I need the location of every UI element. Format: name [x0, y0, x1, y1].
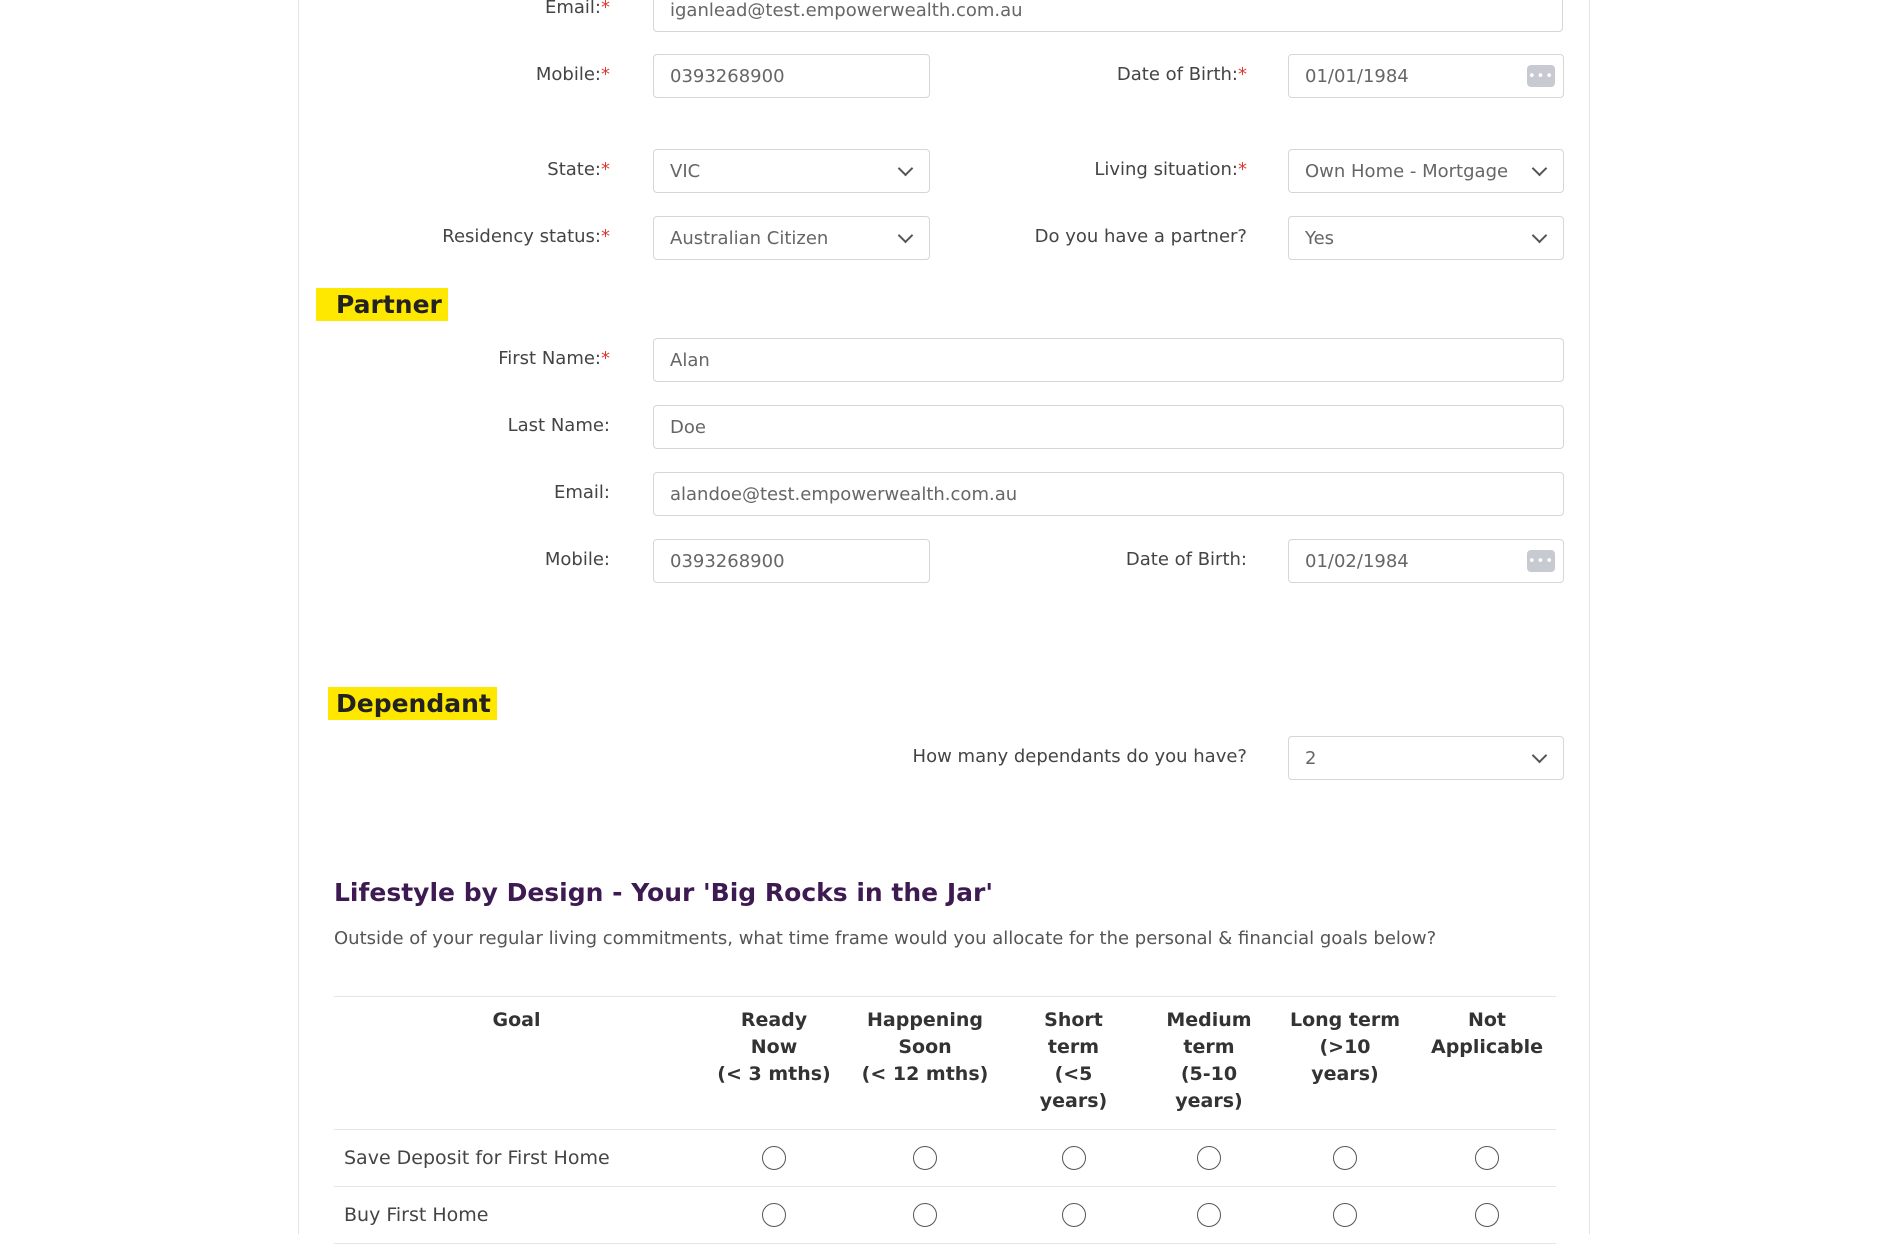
short-term-radio[interactable] — [1061, 1203, 1086, 1227]
ready-now-radio[interactable] — [762, 1146, 786, 1170]
residency-status-select[interactable]: Australian Citizen — [653, 216, 930, 260]
email-field[interactable]: iganlead@test.empowerwealth.com.au — [653, 0, 1563, 32]
dependants-count-label: How many dependants do you have? — [912, 746, 1247, 767]
partner-dob-label: Date of Birth: — [1125, 549, 1247, 570]
chevron-down-icon — [1531, 160, 1548, 177]
partner-heading: Partner — [316, 288, 448, 321]
chevron-down-icon — [897, 227, 914, 244]
short-term-radio[interactable] — [1061, 1146, 1086, 1170]
calendar-icon[interactable]: ••• — [1527, 550, 1555, 572]
state-select[interactable]: VIC — [653, 149, 930, 193]
table-row: Buy First Home — [334, 1187, 1556, 1244]
lifestyle-title: Lifestyle by Design - Your 'Big Rocks in… — [334, 878, 993, 907]
living-situation-select[interactable]: Own Home - Mortgage — [1288, 149, 1564, 193]
long-term-radio[interactable] — [1333, 1203, 1357, 1227]
goals-table: Goal Ready Now (< 3 mths) Happening Soon (< … — [334, 996, 1556, 1244]
goal-column-header: Goal — [492, 1009, 541, 1031]
happening-soon-radio[interactable] — [913, 1203, 937, 1227]
state-label: State:* — [547, 159, 610, 180]
email-label: Email:* — [544, 0, 610, 18]
living-situation-label: Living situation:* — [1094, 159, 1247, 180]
dependant-heading: Dependant — [328, 687, 497, 720]
ready-now-radio[interactable] — [762, 1203, 786, 1227]
long-term-radio[interactable] — [1333, 1146, 1357, 1170]
goal-label: Save Deposit for First Home — [344, 1147, 610, 1169]
medium-term-column-header: Medium term (5-10 years) — [1166, 1009, 1252, 1112]
dependants-count-select[interactable]: 2 — [1288, 736, 1564, 780]
not-applicable-column-header: Not Applicable — [1430, 1009, 1543, 1058]
partner-first-name-label: First Name:* — [498, 348, 610, 369]
lifestyle-subtitle: Outside of your regular living commitmen… — [334, 928, 1437, 949]
not-applicable-radio[interactable] — [1475, 1146, 1499, 1170]
goals-table-header: Goal Ready Now (< 3 mths) Happening Soon (< … — [334, 997, 1556, 1130]
dob-label: Date of Birth:* — [1116, 64, 1247, 85]
chevron-down-icon — [1531, 227, 1548, 244]
medium-term-radio[interactable] — [1197, 1203, 1221, 1227]
goal-label: Buy First Home — [344, 1204, 489, 1226]
happening-soon-column-header: Happening Soon (< 12 mths) — [861, 1009, 989, 1085]
partner-email-label: Email: — [553, 482, 610, 503]
not-applicable-radio[interactable] — [1475, 1203, 1499, 1227]
partner-last-name-label: Last Name: — [507, 415, 610, 436]
table-row: Save Deposit for First Home — [334, 1130, 1556, 1187]
ready-now-column-header: Ready Now (< 3 mths) — [717, 1009, 831, 1085]
partner-email-field[interactable]: alandoe@test.empowerwealth.com.au — [653, 472, 1564, 516]
partner-dob-field[interactable]: 01/02/1984 ••• — [1288, 539, 1564, 583]
dob-field[interactable]: 01/01/1984 ••• — [1288, 54, 1564, 98]
partner-last-name-field[interactable]: Doe — [653, 405, 1564, 449]
mobile-label: Mobile:* — [535, 64, 610, 85]
partner-mobile-label: Mobile: — [544, 549, 610, 570]
chevron-down-icon — [1531, 747, 1548, 764]
partner-first-name-field[interactable]: Alan — [653, 338, 1564, 382]
chevron-down-icon — [897, 160, 914, 177]
partner-question-label: Do you have a partner? — [1034, 226, 1247, 247]
mobile-field[interactable]: 0393268900 — [653, 54, 930, 98]
residency-status-label: Residency status:* — [442, 226, 610, 247]
short-term-column-header: Short term (<5 years) — [1039, 1009, 1108, 1112]
happening-soon-radio[interactable] — [913, 1146, 937, 1170]
partner-question-select[interactable]: Yes — [1288, 216, 1564, 260]
partner-mobile-field[interactable]: 0393268900 — [653, 539, 930, 583]
calendar-icon[interactable]: ••• — [1527, 65, 1555, 87]
medium-term-radio[interactable] — [1197, 1146, 1221, 1170]
long-term-column-header: Long term (>10 years) — [1289, 1009, 1401, 1085]
